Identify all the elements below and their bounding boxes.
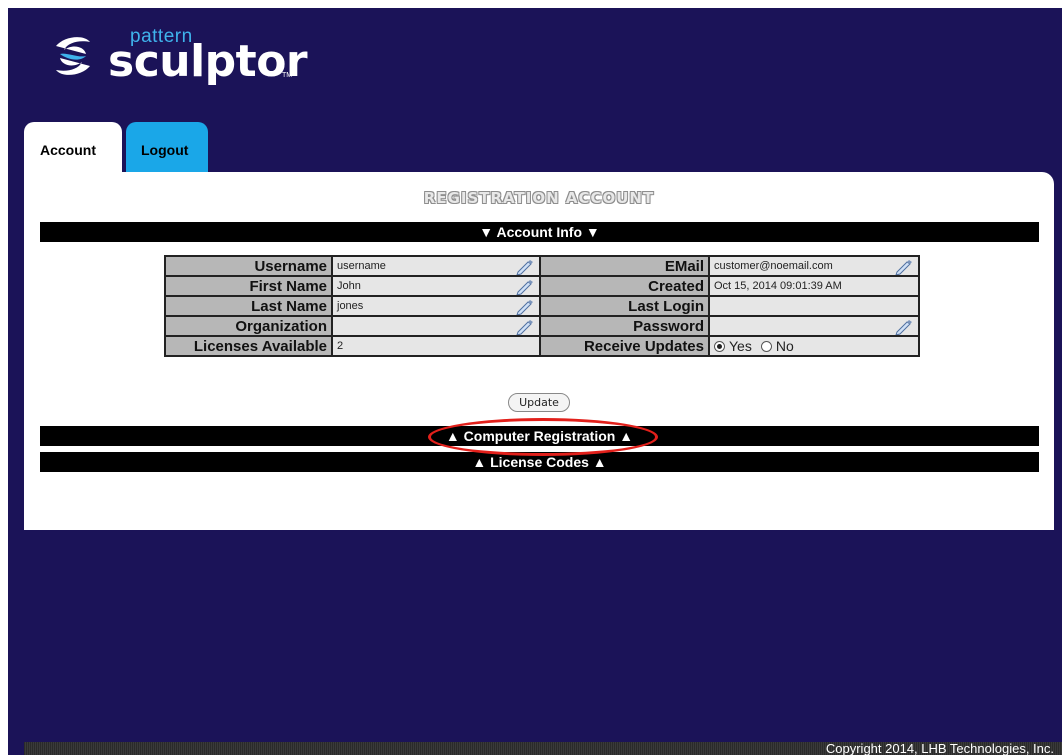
first-name-value: John: [337, 280, 361, 292]
username-label: Username: [164, 255, 333, 277]
table-row: Organization Password: [164, 315, 920, 337]
copyright-text: Copyright 2014, LHB Technologies, Inc.: [825, 741, 1054, 756]
receive-updates-field: Yes No: [708, 335, 920, 357]
update-button[interactable]: Update: [508, 393, 570, 412]
table-row: Last Name jones Last Login: [164, 295, 920, 317]
receive-updates-yes-label[interactable]: Yes: [729, 338, 752, 354]
first-name-label: First Name: [164, 275, 333, 297]
account-panel: REGISTRATION ACCOUNT ▼ Account Info ▼ Us…: [24, 172, 1054, 530]
created-label: Created: [539, 275, 710, 297]
email-field: customer@noemail.com: [708, 255, 920, 277]
edit-last-name-pencil-icon[interactable]: [515, 299, 533, 315]
computer-registration-section-toggle[interactable]: ▲ Computer Registration ▲: [40, 426, 1039, 446]
licenses-available-label: Licenses Available: [164, 335, 333, 357]
licenses-available-value: 2: [337, 340, 344, 352]
organization-label: Organization: [164, 315, 333, 337]
password-field: [708, 315, 920, 337]
logo-swirl-icon: [56, 37, 90, 75]
licenses-available-field: 2: [331, 335, 541, 357]
receive-updates-radio-group: Yes No: [714, 338, 914, 354]
account-info-table: Username username EMail customer@noemail…: [164, 255, 920, 357]
last-name-label: Last Name: [164, 295, 333, 317]
table-row: Username username EMail customer@noemail…: [164, 255, 920, 277]
email-label: EMail: [539, 255, 710, 277]
organization-field: [331, 315, 541, 337]
receive-updates-no-radio[interactable]: [760, 340, 772, 352]
edit-password-pencil-icon[interactable]: [894, 319, 912, 335]
edit-first-name-pencil-icon[interactable]: [515, 279, 533, 295]
edit-organization-pencil-icon[interactable]: [515, 319, 533, 335]
last-name-field: jones: [331, 295, 541, 317]
created-field: Oct 15, 2014 09:01:39 AM: [708, 275, 920, 297]
footer-bar: Copyright 2014, LHB Technologies, Inc.: [24, 742, 1062, 755]
logo-sculptor-text: sculptor: [108, 36, 308, 87]
page-title: REGISTRATION ACCOUNT: [423, 189, 655, 207]
account-info-section-toggle[interactable]: ▼ Account Info ▼: [40, 222, 1039, 242]
edit-email-pencil-icon[interactable]: [894, 259, 912, 275]
table-row: First Name John Created Oct 15, 2014 09:…: [164, 275, 920, 297]
logo-trademark: TM: [282, 72, 293, 79]
tab-account[interactable]: Account: [24, 122, 122, 174]
last-name-value: jones: [337, 300, 364, 312]
pattern-sculptor-logo: pattern sculptor TM: [50, 26, 320, 96]
edit-username-pencil-icon[interactable]: [515, 259, 533, 275]
password-label: Password: [539, 315, 710, 337]
receive-updates-label: Receive Updates: [539, 335, 710, 357]
last-login-field: [708, 295, 920, 317]
receive-updates-no-label[interactable]: No: [776, 338, 794, 354]
first-name-field: John: [331, 275, 541, 297]
receive-updates-yes-radio[interactable]: [714, 340, 725, 352]
created-value: Oct 15, 2014 09:01:39 AM: [714, 280, 842, 292]
username-value: username: [337, 260, 386, 272]
license-codes-section-toggle[interactable]: ▲ License Codes ▲: [40, 452, 1039, 472]
last-login-label: Last Login: [539, 295, 710, 317]
email-value: customer@noemail.com: [714, 260, 833, 272]
tab-logout[interactable]: Logout: [126, 122, 208, 174]
table-row: Licenses Available 2 Receive Updates Yes…: [164, 335, 920, 357]
username-field: username: [331, 255, 541, 277]
